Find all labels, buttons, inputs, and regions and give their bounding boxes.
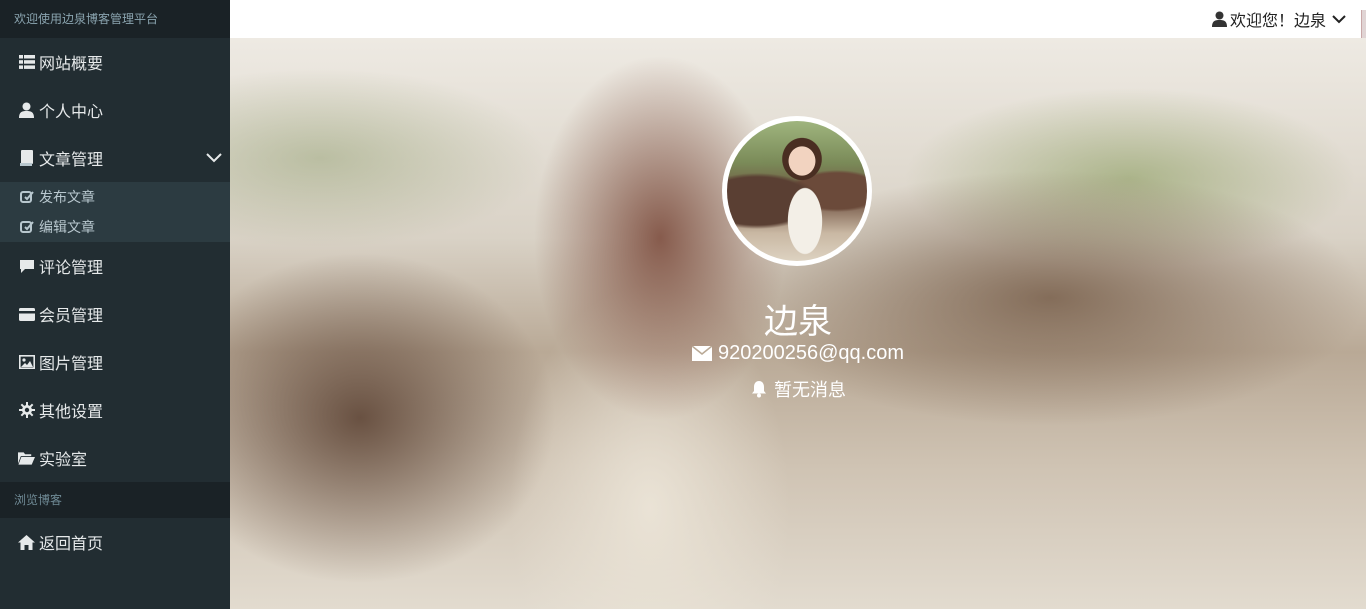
envelope-icon [692,346,712,361]
sidebar-item-label: 返回首页 [39,534,104,553]
profile-message-status: 暂无消息 [230,376,1366,402]
edit-icon [20,220,34,234]
sidebar-item-label: 文章管理 [39,150,104,169]
home-icon [18,534,35,551]
sidebar-item-label: 个人中心 [39,102,104,121]
chevron-down-icon [1332,14,1346,24]
credit-card-icon [18,306,35,323]
edit-icon [20,190,34,204]
sidebar-item-personal-center[interactable]: 个人中心 [0,86,230,134]
picture-icon [18,354,35,371]
sidebar-item-picture-management[interactable]: 图片管理 [0,338,230,386]
sidebar-section-browse-blog: 浏览博客 [0,482,230,518]
sidebar-item-label: 会员管理 [39,306,104,325]
submenu-item-label: 编辑文章 [39,220,95,236]
sidebar-item-return-home[interactable]: 返回首页 [0,518,230,566]
user-icon [1211,11,1227,27]
topbar: 欢迎您！边泉 [230,0,1366,48]
user-menu-toggle[interactable]: 欢迎您！边泉 [1211,0,1346,38]
profile-email: 920200256@qq.com [230,342,1366,365]
bell-icon [750,380,768,398]
profile-email-text: 920200256@qq.com [718,342,904,364]
sidebar-item-article-management[interactable]: 文章管理 [0,134,230,182]
gear-icon [18,402,35,419]
sidebar-item-label: 评论管理 [39,258,104,277]
profile-hero-background: 边泉 920200256@qq.com 暂无消息 [230,38,1366,609]
avatar[interactable] [722,116,872,266]
user-menu-label: 欢迎您！边泉 [1229,11,1326,30]
chevron-down-icon [206,148,222,167]
profile-message-text: 暂无消息 [774,380,846,401]
sidebar-item-label: 网站概要 [39,54,104,73]
sidebar-item-label: 图片管理 [39,354,104,373]
sidebar-item-site-overview[interactable]: 网站概要 [0,38,230,86]
list-icon [18,54,35,71]
comment-icon [18,258,35,275]
sidebar-item-label: 实验室 [39,450,88,469]
sidebar: 欢迎使用边泉博客管理平台 网站概要 个人中心 文章管理 发布文章 编辑文章 评论… [0,0,230,609]
avatar-photo [727,121,867,261]
sidebar-item-other-settings[interactable]: 其他设置 [0,386,230,434]
submenu-item-edit-article[interactable]: 编辑文章 [0,212,230,242]
submenu-item-label: 发布文章 [39,190,95,206]
folder-open-icon [18,450,35,467]
sidebar-header: 欢迎使用边泉博客管理平台 [0,0,230,38]
submenu-item-publish-article[interactable]: 发布文章 [0,182,230,212]
sidebar-item-comment-management[interactable]: 评论管理 [0,242,230,290]
sidebar-item-lab[interactable]: 实验室 [0,434,230,482]
article-submenu: 发布文章 编辑文章 [0,182,230,242]
book-icon [18,150,35,167]
profile-name: 边泉 [764,302,832,342]
user-icon [18,102,35,119]
sidebar-item-label: 其他设置 [39,402,104,421]
sidebar-item-member-management[interactable]: 会员管理 [0,290,230,338]
